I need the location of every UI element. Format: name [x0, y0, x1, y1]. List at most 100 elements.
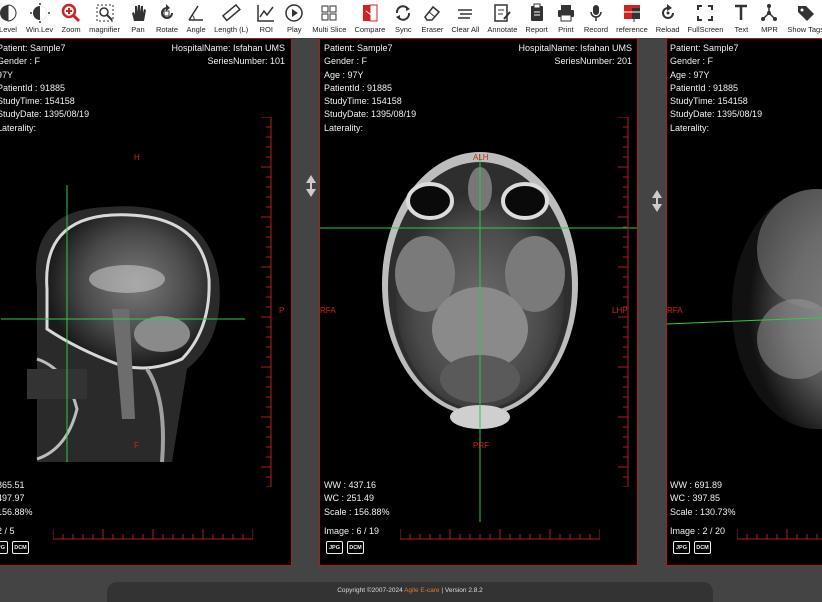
tool-label: Pan: [131, 25, 145, 34]
tool-label: Text: [734, 25, 749, 34]
reference-icon: [622, 3, 642, 23]
tool-label: Win.Lev: [26, 25, 54, 34]
fullscreen-icon: [695, 3, 715, 23]
download-dcm-button[interactable]: DCM: [12, 541, 29, 554]
copyright-text: Copyright ©2007-2024: [337, 587, 403, 594]
tool-mpr[interactable]: MPR: [755, 0, 783, 38]
tool-contrast[interactable]: Win.Lev: [22, 0, 57, 38]
tool-grid[interactable]: Multi Slice: [308, 0, 350, 38]
tool-label: Report: [525, 25, 548, 34]
splitter-handle-1[interactable]: [306, 175, 316, 197]
report-icon: [527, 3, 547, 23]
image-index: Image : 6 / 19: [324, 526, 380, 536]
image-index: Image : 2 / 20: [670, 526, 726, 536]
tool-label: Reload: [655, 25, 680, 34]
download-buttons: JPG DCM: [673, 541, 711, 554]
overlay-patient-info: Patient: Sample7 Gender : F Age : 97Y Pa…: [324, 43, 417, 133]
viewport-coronal[interactable]: Patient: Sample7 Gender : F Age : 97Y Pa…: [666, 38, 822, 566]
overlay-series-info: HospitalName: Isfahan UMS SeriesNumber: …: [518, 43, 632, 67]
ruler-icon: [221, 3, 242, 23]
tool-roi-chart[interactable]: ROI: [252, 0, 280, 38]
tag-icon: [796, 3, 816, 23]
download-buttons: JPG DCM: [0, 541, 29, 554]
download-jpg-button[interactable]: JPG: [326, 541, 343, 554]
microphone-icon: [586, 3, 606, 23]
tool-report[interactable]: Report: [521, 0, 552, 38]
footer: Copyright ©2007-2024 Agile E-care | Vers…: [107, 582, 713, 602]
tool-sync[interactable]: Sync: [389, 0, 417, 38]
overlay-series-info: HospitalName: Isfahan UMS SeriesNumber: …: [171, 43, 285, 67]
tool-rotate[interactable]: Rotate: [152, 0, 182, 38]
tool-label: MPR: [761, 25, 778, 34]
sync-icon: [393, 3, 413, 23]
tool-tag[interactable]: Show Tags: [783, 0, 822, 38]
tool-reference[interactable]: reference: [612, 0, 652, 38]
tool-hand[interactable]: Pan: [124, 0, 152, 38]
toolbar: Level Win.Lev Zoom magnifier Pan Rotate Angle L…: [0, 0, 822, 38]
viewport-axial[interactable]: Patient: Sample7 Gender : F Age : 97Y Pa…: [319, 38, 638, 566]
orientation-left: RFA: [667, 306, 683, 315]
vertical-scale-ruler: [618, 117, 629, 487]
tool-magnifier[interactable]: magnifier: [85, 0, 124, 38]
tool-label: Play: [286, 25, 302, 34]
tool-ruler[interactable]: Length (L): [210, 0, 252, 38]
orientation-left: RFA: [320, 306, 336, 315]
tool-eraser[interactable]: Eraser: [417, 0, 447, 38]
tool-label: Level: [0, 25, 17, 34]
overlay-patient-info: Patient: Sample7 Gender : F 97Y PatientI…: [0, 43, 90, 133]
angle-icon: [186, 3, 206, 23]
brand-link[interactable]: Agile E-care: [404, 587, 439, 594]
horizontal-scale-ruler: [53, 529, 253, 540]
splitter-handle-2[interactable]: [652, 190, 662, 212]
orientation-right: P: [279, 306, 285, 315]
tool-fullscreen[interactable]: FullScreen: [684, 0, 728, 38]
tool-label: FullScreen: [687, 25, 724, 34]
window-level-icon: [0, 3, 18, 23]
download-dcm-button[interactable]: DCM: [347, 541, 364, 554]
tool-label: Annotate: [487, 25, 518, 34]
overlay-window-info: WW : 691.89 WC : 397.85 Scale : 130.73%: [670, 480, 736, 517]
download-jpg-button[interactable]: JPG: [673, 541, 690, 554]
magnifier-icon: [95, 3, 115, 23]
overlay-window-info: 865.51 497.97 156.88%: [0, 480, 33, 517]
roi-chart-icon: [256, 3, 276, 23]
overlay-window-info: WW : 437.16 WC : 251.49 Scale : 156.88%: [324, 480, 390, 517]
tool-label: Angle: [186, 25, 206, 34]
download-dcm-button[interactable]: DCM: [694, 541, 711, 554]
tool-window-level[interactable]: Level: [0, 0, 22, 38]
tool-label: Print: [558, 25, 574, 34]
orientation-top: ALH: [473, 153, 489, 162]
compare-icon: [360, 3, 380, 23]
tool-microphone[interactable]: Record: [580, 0, 612, 38]
tool-label: ROI: [259, 25, 273, 34]
version-text: | Version 2.8.2: [441, 587, 483, 594]
tool-label: Multi Slice: [312, 25, 347, 34]
vertical-scale-ruler: [261, 117, 272, 487]
tool-clear-lines[interactable]: Clear All: [447, 0, 483, 38]
orientation-bottom: F: [134, 441, 139, 450]
contrast-icon: [29, 3, 50, 23]
tool-label: Zoom: [61, 25, 81, 34]
tool-print[interactable]: Print: [552, 0, 580, 38]
tool-reload[interactable]: Reload: [652, 0, 684, 38]
tool-play[interactable]: Play: [280, 0, 308, 38]
tool-label: magnifier: [89, 25, 120, 34]
tool-label: Rotate: [155, 25, 179, 34]
tool-label: Record: [583, 25, 609, 34]
tool-annotate[interactable]: Annotate: [483, 0, 521, 38]
download-jpg-button[interactable]: JPG: [0, 541, 8, 554]
hand-icon: [128, 3, 148, 23]
play-icon: [284, 3, 304, 23]
horizontal-scale-ruler: [400, 529, 600, 540]
tool-label: Compare: [354, 25, 386, 34]
viewport-sagittal[interactable]: Patient: Sample7 Gender : F 97Y PatientI…: [0, 38, 292, 566]
tool-angle[interactable]: Angle: [182, 0, 210, 38]
tool-text[interactable]: Text: [727, 0, 755, 38]
image-index: 2 / 5: [0, 526, 15, 536]
tool-label: Show Tags: [787, 25, 822, 34]
tool-zoom[interactable]: Zoom: [57, 0, 85, 38]
clear-lines-icon: [455, 3, 475, 23]
rotate-icon: [157, 3, 177, 23]
tool-compare[interactable]: Compare: [350, 0, 389, 38]
tool-label: Sync: [394, 25, 412, 34]
